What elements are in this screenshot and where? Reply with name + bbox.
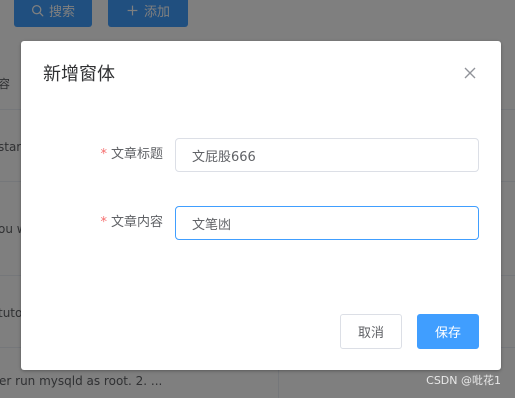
form-item-title: * 文章标题 <box>21 138 501 172</box>
page: 搜索 添加 容 star ou w tuto er run mysqld as … <box>0 0 515 398</box>
article-content-input[interactable] <box>175 206 479 240</box>
cancel-button[interactable]: 取消 <box>340 314 402 349</box>
close-button[interactable] <box>463 66 477 80</box>
watermark: CSDN @吡花1 <box>426 374 501 387</box>
save-button[interactable]: 保存 <box>417 314 479 349</box>
dialog-title: 新增窗体 <box>43 64 115 85</box>
form-label-content: * 文章内容 <box>81 206 163 240</box>
required-mark: * <box>100 215 107 230</box>
add-form-dialog: 新增窗体 *文章标题 *文章内容 取消 保存 <box>21 41 501 370</box>
close-icon <box>464 67 476 79</box>
form-label-text: 文章标题 <box>110 147 163 162</box>
required-mark: * <box>100 147 107 162</box>
article-title-input[interactable] <box>175 138 479 172</box>
form-label-text: 文章内容 <box>110 215 163 230</box>
form-label-title: * 文章标题 <box>81 138 163 172</box>
form-item-content: * 文章内容 <box>21 206 501 240</box>
